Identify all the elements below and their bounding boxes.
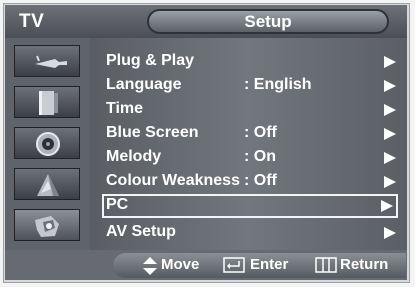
menu-item-av-setup[interactable]: AV Setup	[106, 221, 396, 245]
arrow-right-icon	[384, 128, 396, 140]
menu-item-label: Language	[106, 76, 182, 93]
sidebar-item-setup[interactable]	[14, 209, 80, 241]
menu-item-time[interactable]: Time	[106, 98, 396, 122]
channel-icon	[37, 174, 59, 196]
footer-bar: Move Enter Return	[5, 250, 407, 280]
sound-icon	[36, 132, 60, 156]
source-label: TV	[19, 11, 45, 32]
menu-item-value: : On	[244, 148, 276, 165]
menu-item-label: AV Setup	[106, 223, 176, 240]
hint-move: Move	[161, 256, 200, 273]
sidebar-item-sound[interactable]	[14, 127, 80, 159]
menu-item-blue-screen[interactable]: Blue Screen : Off	[106, 122, 396, 146]
sidebar	[5, 38, 90, 250]
arrow-right-icon	[384, 152, 396, 164]
return-icon	[315, 257, 337, 273]
setup-icon	[35, 216, 59, 237]
picture-icon	[39, 91, 58, 115]
arrow-right-icon	[384, 56, 396, 68]
menu-item-label: Blue Screen	[106, 124, 199, 141]
menu-item-colour-weakness[interactable]: Colour Weakness : Off	[106, 170, 396, 194]
menu-item-value: : Off	[244, 172, 277, 189]
menu-item-label: Colour Weakness	[106, 172, 240, 189]
menu-item-language[interactable]: Language : English	[106, 74, 396, 98]
header-bar: TV Setup	[5, 5, 407, 38]
page-title: Setup	[244, 12, 292, 31]
sidebar-item-picture[interactable]	[14, 86, 80, 118]
hint-return: Return	[340, 256, 389, 273]
menu-item-label: Time	[106, 100, 144, 117]
menu-item-value: : Off	[244, 124, 277, 141]
menu-item-label: Melody	[106, 148, 162, 165]
input-antenna-icon	[35, 55, 67, 68]
enter-icon	[223, 257, 245, 273]
arrow-right-icon	[384, 80, 396, 92]
arrow-right-icon	[384, 104, 396, 116]
menu-item-melody[interactable]: Melody : On	[106, 146, 396, 170]
menu-item-plug-and-play[interactable]: Plug & Play	[106, 50, 396, 74]
setup-menu: Plug & Play Language : English Time Blue…	[90, 38, 407, 250]
menu-item-pc[interactable]: PC	[102, 194, 398, 218]
menu-item-label: PC	[106, 196, 129, 213]
menu-item-value: : English	[244, 76, 312, 93]
hint-enter: Enter	[250, 256, 289, 273]
move-arrows-icon	[143, 257, 157, 275]
menu-item-label: Plug & Play	[106, 52, 195, 69]
sidebar-item-input[interactable]	[14, 45, 80, 77]
arrow-right-icon	[381, 200, 393, 212]
arrow-right-icon	[384, 227, 396, 239]
arrow-right-icon	[384, 176, 396, 188]
sidebar-item-channel[interactable]	[14, 168, 80, 200]
